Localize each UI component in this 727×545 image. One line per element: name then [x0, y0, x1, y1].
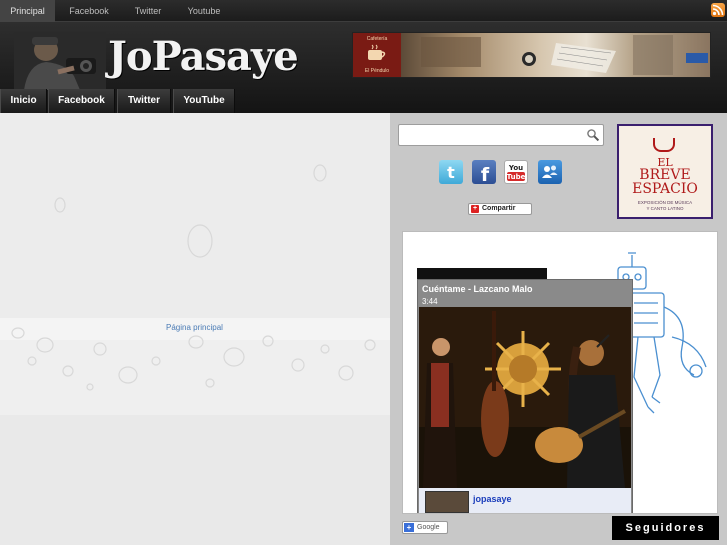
svg-text:t: t [447, 163, 455, 182]
rss-icon[interactable] [711, 3, 725, 17]
site-logo[interactable]: JoPasaye [108, 32, 299, 82]
cafe-name: El Péndulo [364, 68, 390, 74]
share-button[interactable]: + Compartir [468, 203, 532, 215]
home-link[interactable]: Página principal [166, 323, 223, 332]
ad-line-3: ESPACIO [632, 181, 698, 197]
share-label: Compartir [482, 205, 516, 212]
nav-twitter[interactable]: Twitter [117, 89, 171, 113]
google-label: Google [417, 524, 440, 531]
youtube-icon[interactable]: You Tube [504, 160, 528, 184]
channel-thumbnail[interactable] [425, 491, 469, 513]
topbar-link-youtube[interactable]: Youtube [181, 0, 227, 22]
twitter-icon[interactable]: t [439, 160, 463, 184]
topbar-link-principal[interactable]: Principal [0, 0, 55, 22]
cafe-logo: Cafetería El Péndulo [353, 33, 401, 77]
nav-youtube[interactable]: YouTube [173, 89, 235, 113]
search-input[interactable] [398, 124, 604, 146]
topbar-link-facebook[interactable]: Facebook [64, 0, 114, 22]
svg-text:You: You [508, 164, 523, 172]
video-widget: Cuéntame - Lazcano Malo 3:44 jopasaye [402, 231, 718, 514]
svg-text:Tube: Tube [507, 173, 526, 181]
followers-title: Seguidores [612, 516, 719, 540]
header-banner[interactable]: Cafetería El Péndulo [352, 32, 711, 78]
topbar-link-twitter[interactable]: Twitter [126, 0, 170, 22]
video-title[interactable]: Cuéntame - Lazcano Malo [422, 284, 533, 294]
sidebar: t f You Tube + Compartir EL BREVE ESPACI… [390, 113, 727, 545]
messenger-icon[interactable] [538, 160, 562, 184]
header-photo [14, 32, 106, 90]
search-icon[interactable] [586, 128, 600, 142]
banner-photo [401, 33, 710, 77]
plus-icon: + [404, 523, 414, 532]
svg-text:f: f [481, 164, 490, 184]
cafe-label: Cafetería [366, 36, 388, 42]
add-to-google-button[interactable]: + Google [402, 521, 448, 534]
cup-icon [653, 138, 675, 152]
plus-icon: + [471, 205, 479, 213]
nav-facebook[interactable]: Facebook [48, 89, 115, 113]
main-content: Página principal [0, 113, 390, 545]
channel-name[interactable]: jopasaye [473, 494, 512, 504]
ad-subtitle-2: Y CANTO LATINO [646, 206, 684, 211]
nav-inicio[interactable]: Inicio [0, 89, 47, 113]
video-player[interactable]: Cuéntame - Lazcano Malo 3:44 jopasaye [417, 279, 633, 513]
ad-el-breve-espacio[interactable]: EL BREVE ESPACIO EXPOSICIÓN DE MÚSICA Y … [617, 124, 713, 219]
video-thumbnail[interactable] [419, 307, 631, 488]
ad-subtitle-1: EXPOSICIÓN DE MÚSICA [637, 200, 693, 205]
facebook-icon[interactable]: f [472, 160, 496, 186]
top-bar: Principal Facebook Twitter Youtube [0, 0, 727, 22]
video-footer: jopasaye [419, 488, 631, 513]
video-duration: 3:44 [422, 297, 438, 306]
